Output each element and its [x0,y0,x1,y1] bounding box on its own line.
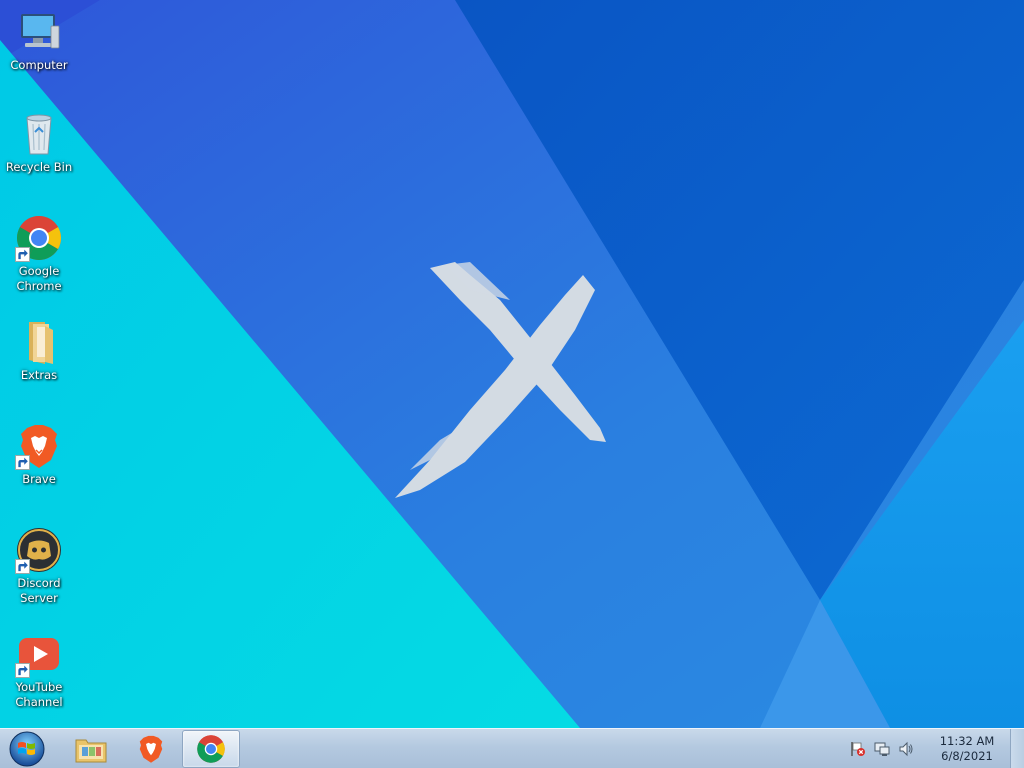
desktop-icon-google-chrome[interactable]: Google Chrome [4,214,74,294]
network-icon[interactable] [873,740,891,758]
show-desktop-button[interactable] [1010,729,1024,768]
windows-logo-icon [9,731,45,766]
taskbar-file-explorer-button[interactable] [62,730,120,768]
desktop-icon-label: Extras [20,368,58,382]
desktop-icon-brave[interactable]: Brave [4,422,74,487]
taskbar-chrome-button[interactable] [182,729,240,768]
taskbar: 11:32 AM 6/8/2021 [0,728,1024,768]
desktop-icon-extras[interactable]: Extras [4,318,74,383]
clock-date: 6/8/2021 [941,749,993,763]
recycle-bin-icon [15,110,63,158]
desktop-icon-recycle-bin[interactable]: Recycle Bin [4,110,74,175]
clock[interactable]: 11:32 AM 6/8/2021 [924,734,1010,764]
desktop-icon-youtube-channel[interactable]: YouTube Channel [4,630,74,710]
chrome-icon [15,214,63,262]
desktop-icon-discord-server[interactable]: Discord Server [4,526,74,606]
chrome-icon [197,734,225,763]
brave-icon [139,735,163,763]
computer-icon [15,8,63,56]
desktop-icon-computer[interactable]: Computer [4,8,74,73]
shortcut-arrow-icon [15,247,30,262]
shortcut-arrow-icon [15,663,30,678]
desktop-icon-label: Recycle Bin [5,160,73,174]
brave-icon [15,422,63,470]
youtube-icon [15,630,63,678]
desktop-icon-label: Computer [10,58,68,72]
desktop-wallpaper [0,0,1024,728]
discord-icon [15,526,63,574]
system-tray: 11:32 AM 6/8/2021 [846,729,1024,768]
start-button[interactable] [0,729,54,768]
clock-time: 11:32 AM [939,734,995,748]
file-explorer-icon [75,739,107,762]
taskbar-brave-button[interactable] [122,730,180,768]
shortcut-arrow-icon [15,455,30,470]
folder-icon [15,318,63,366]
volume-icon[interactable] [897,740,915,758]
action-center-flag-icon[interactable] [849,740,867,758]
shortcut-arrow-icon [15,559,30,574]
